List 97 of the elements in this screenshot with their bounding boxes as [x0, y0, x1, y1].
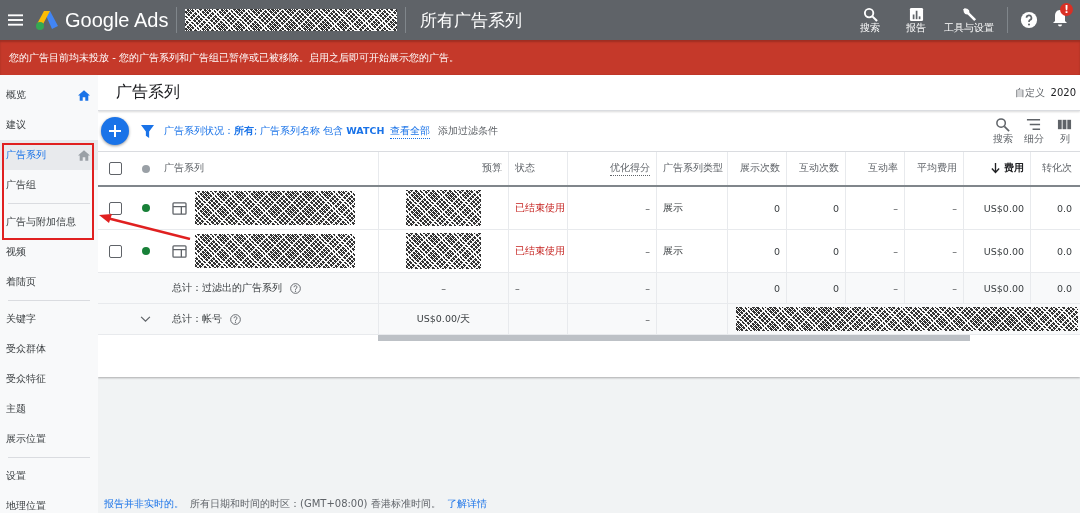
help-icon[interactable]: [230, 313, 241, 325]
table-cell: 0.0: [1056, 282, 1072, 294]
toolbar-button[interactable]: 工具与设置: [943, 7, 995, 33]
table-cell: 展示: [663, 201, 683, 215]
scrollbar-thumb[interactable]: [378, 335, 970, 341]
lines-icon: [1026, 116, 1041, 132]
timezone-text: 所有日期和时间的时区：(GMT+08:00) 香港标准时间。: [190, 497, 441, 511]
total-label: 总计：帐号: [172, 312, 222, 326]
sidebar-item[interactable]: 展示位置: [0, 424, 98, 454]
table-tool-button[interactable]: 搜索: [987, 116, 1018, 146]
help-icon[interactable]: [1020, 11, 1038, 29]
status-dot-icon: [141, 164, 150, 173]
row-checkbox[interactable]: [109, 201, 122, 215]
alert-message: 您的广告目前均未投放 - 您的广告系列和广告组已暂停或已被移除。启用之后即可开始展示您的广告。: [9, 50, 459, 65]
column-header[interactable]: 预算: [378, 152, 508, 185]
product-name: Google Ads: [65, 8, 169, 32]
bar-chart-icon: [908, 7, 924, 22]
toolbar-button[interactable]: 搜索: [851, 7, 889, 33]
layout-icon: [172, 244, 187, 258]
sidebar-item[interactable]: 广告组: [0, 170, 98, 200]
date-range-label: 自定义: [1014, 85, 1045, 100]
filter-icon[interactable]: [141, 124, 154, 138]
sidebar-item[interactable]: 广告与附加信息: [0, 207, 98, 237]
column-header[interactable]: 优化得分: [567, 152, 656, 185]
table-cell: 展示: [663, 244, 683, 258]
table-cell: US$0.00: [983, 202, 1024, 214]
table-cell: –: [441, 282, 446, 294]
page-heading: 广告系列: [116, 82, 181, 103]
view-all-link[interactable]: 查看全部: [390, 123, 431, 139]
table-cell: –: [645, 245, 650, 257]
filter-text[interactable]: 广告系列状况：所有; 广告系列名称 包含 WATCH: [164, 124, 385, 138]
toolbar-button[interactable]: 报告: [897, 7, 935, 33]
column-header[interactable]: 广告系列: [158, 152, 378, 185]
column-header[interactable]: 广告系列类型: [656, 152, 727, 185]
table-cell: –: [893, 245, 898, 257]
column-header[interactable]: 费用: [963, 152, 1030, 185]
column-header[interactable]: 互动次数: [786, 152, 845, 185]
table-cell: –: [645, 202, 650, 214]
logo-icon: [35, 9, 59, 31]
sidebar-item[interactable]: 概览: [0, 80, 98, 110]
table-cell: 0.0: [1056, 245, 1072, 257]
learn-more-link[interactable]: 了解详情: [446, 497, 487, 511]
sidebar-item[interactable]: 地理位置: [0, 491, 98, 513]
table-cell: –: [645, 282, 650, 294]
sidebar-item[interactable]: 受众群体: [0, 334, 98, 364]
table-cell: 0: [832, 245, 839, 257]
total-label: 总计：过滤出的广告系列: [172, 281, 282, 295]
table-cell: 0: [832, 282, 839, 294]
help-icon[interactable]: [290, 282, 301, 294]
sidebar-item[interactable]: 广告系列: [0, 140, 98, 170]
table-cell: US$0.00/天: [416, 312, 471, 326]
table-cell: –: [645, 313, 650, 325]
table-cell: 0: [773, 202, 780, 214]
sidebar-item[interactable]: 受众特征: [0, 364, 98, 394]
sidebar-item[interactable]: 建议: [0, 110, 98, 140]
realtime-notice-link[interactable]: 报告并非实时的。: [104, 497, 184, 511]
column-header[interactable]: 互动率: [845, 152, 904, 185]
table-cell: 0: [832, 202, 839, 214]
sidebar-item[interactable]: 设置: [0, 461, 98, 491]
column-header[interactable]: 平均费用: [904, 152, 963, 185]
table-cell: 0: [773, 245, 780, 257]
plus-icon: [109, 125, 121, 137]
layout-icon: [172, 201, 187, 215]
table-cell: –: [893, 202, 898, 214]
table-cell: –: [952, 282, 957, 294]
add-button[interactable]: [101, 117, 129, 145]
table-cell: –: [952, 202, 957, 214]
notification-badge: !: [1060, 3, 1073, 16]
row-checkbox[interactable]: [109, 244, 122, 258]
sidebar-item[interactable]: 关键字: [0, 304, 98, 334]
sidebar-item[interactable]: 视频: [0, 237, 98, 267]
column-header[interactable]: 状态: [508, 152, 567, 185]
sidebar-item[interactable]: 主题: [0, 394, 98, 424]
column-header[interactable]: 展示次数: [727, 152, 786, 185]
table-tool-button[interactable]: 细分: [1018, 116, 1049, 146]
table-cell: 已结束使用: [515, 244, 565, 258]
select-all-checkbox[interactable]: [109, 162, 122, 175]
table-cell: US$0.00: [983, 245, 1024, 257]
sort-arrow-icon: [991, 163, 1000, 174]
table-cell: –: [515, 282, 520, 294]
table-cell: US$0.00: [983, 282, 1024, 294]
table-cell: 已结束使用: [515, 201, 565, 215]
page-title: 所有广告系列: [420, 8, 523, 32]
search-icon: [995, 116, 1010, 132]
table-cell: 0: [773, 282, 780, 294]
table-tool-button[interactable]: 列: [1049, 116, 1080, 146]
date-range-value[interactable]: 2020: [1050, 87, 1076, 98]
search-icon: [862, 7, 878, 22]
chevron-down-icon[interactable]: [140, 315, 151, 323]
column-header[interactable]: 转化次: [1030, 152, 1078, 185]
table-cell: –: [893, 282, 898, 294]
sidebar-item[interactable]: 着陆页: [0, 267, 98, 297]
table-cell: –: [952, 245, 957, 257]
wrench-icon: [961, 7, 977, 22]
table-cell: 0.0: [1056, 202, 1072, 214]
add-filter-button[interactable]: 添加过滤条件: [438, 124, 499, 138]
menu-icon[interactable]: [8, 14, 23, 26]
